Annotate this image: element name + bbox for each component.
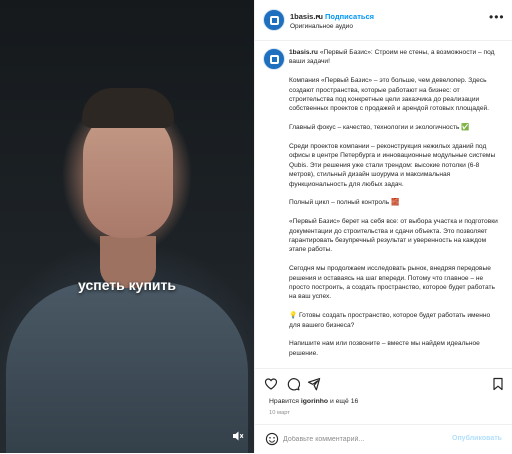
post-modal: успеть купить 1basis.ru • Подписаться Ор… — [0, 0, 512, 453]
caption-paragraph: 💡 Готовы создать пространство, которое б… — [289, 312, 491, 329]
video-overlay-text: успеть купить — [78, 277, 176, 293]
caption-paragraph: Полный цикл – полный контроль 🧱 — [289, 199, 400, 207]
caption-paragraph: Главный фокус – качество, технологии и э… — [289, 124, 470, 132]
caption-username[interactable]: 1basis.ru — [289, 49, 318, 56]
video-person-shirt — [6, 282, 248, 453]
send-icon[interactable] — [307, 377, 321, 391]
logo-mark — [269, 54, 279, 64]
reel-video[interactable]: успеть купить — [0, 0, 254, 453]
likes-prefix: Нравится — [269, 398, 299, 405]
account-avatar[interactable] — [263, 9, 285, 31]
likes-suffix[interactable]: и ещё 16 — [330, 398, 358, 405]
post-header: 1basis.ru • Подписаться Оригинальное ауд… — [255, 0, 512, 41]
likes-count[interactable]: Нравится igorinho и ещё 16 — [269, 398, 358, 405]
post-actions — [255, 368, 512, 399]
follow-button[interactable]: Подписаться — [325, 12, 374, 21]
post-sidebar: 1basis.ru • Подписаться Оригинальное ауд… — [254, 0, 512, 453]
comment-input[interactable] — [283, 431, 433, 447]
logo-mark — [269, 15, 279, 25]
post-comment-button[interactable]: Опубликовать — [452, 435, 502, 442]
caption-paragraph: Сегодня мы продолжаем исследовать рынок,… — [289, 265, 495, 301]
caption-scroll-area[interactable]: 1basis.ru «Первый Базис»: Строим не стен… — [255, 41, 512, 368]
comment-bar: Опубликовать — [255, 424, 512, 454]
post-caption: 1basis.ru «Первый Базис»: Строим не стен… — [289, 48, 501, 368]
post-date[interactable]: 10 март — [269, 410, 290, 416]
more-horizontal-icon[interactable]: ••• — [489, 10, 505, 24]
caption-paragraph: «Первый Базис»: Строим не стены, а возмо… — [289, 49, 495, 66]
caption-paragraph: Среди проектов компании – реконструкция … — [289, 143, 496, 188]
audio-label[interactable]: Оригинальное аудио — [290, 23, 353, 30]
caption-paragraph: «Первый Базис» берет на себя все: от выб… — [289, 218, 498, 254]
separator-dot: • — [317, 12, 320, 21]
video-person-face — [83, 110, 173, 238]
video-person-hair — [82, 88, 174, 128]
bookmark-icon[interactable] — [491, 377, 505, 391]
comment-icon[interactable] — [286, 377, 301, 391]
speaker-muted-icon[interactable] — [231, 429, 245, 443]
emoji-icon[interactable] — [265, 432, 279, 446]
heart-icon[interactable] — [264, 377, 278, 391]
caption-paragraph: Напишите нам или позвоните – вместе мы н… — [289, 340, 480, 357]
caption-avatar[interactable] — [263, 48, 285, 70]
likes-user[interactable]: igorinho — [301, 398, 328, 405]
caption-paragraph: Компания «Первый Базис» – это больше, че… — [289, 77, 490, 113]
